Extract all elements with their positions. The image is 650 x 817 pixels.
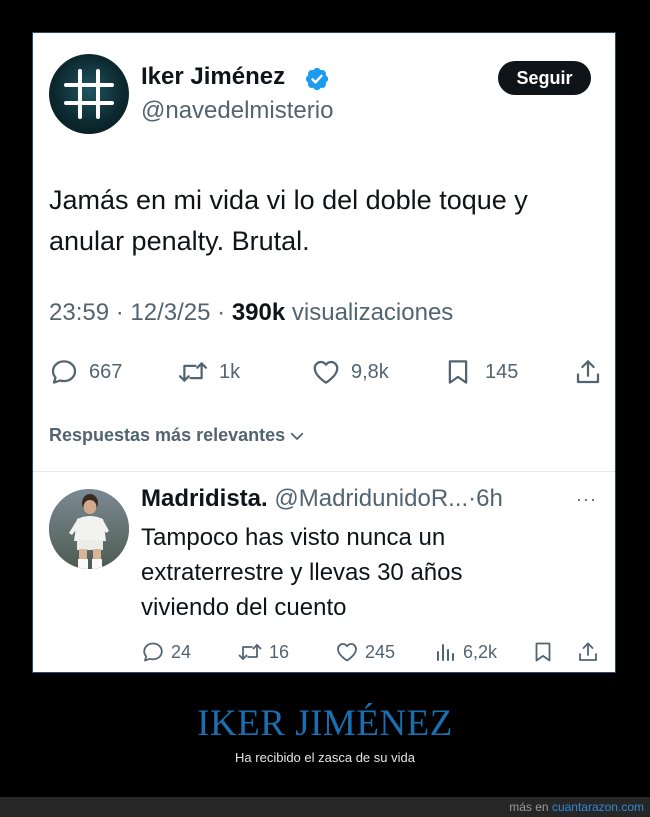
- reply-views-count: 6,2k: [463, 641, 498, 662]
- author-handle[interactable]: @navedelmisterio: [141, 97, 333, 125]
- bookmark-icon: [535, 642, 551, 662]
- views-label: visualizaciones: [291, 299, 454, 326]
- reply-reply-button[interactable]: 24: [141, 640, 191, 664]
- reply-avatar[interactable]: [49, 489, 129, 569]
- tweet-text: Jamás en mi vida vi lo del doble toque y…: [49, 180, 601, 262]
- reply-like-button[interactable]: 245: [335, 640, 395, 664]
- retweet-icon: [238, 644, 262, 660]
- reply-retweet-count: 16: [269, 641, 290, 662]
- share-icon: [579, 642, 597, 661]
- reply-text-line: Tampoco has visto nunca un: [141, 524, 446, 551]
- retweet-icon: [178, 362, 208, 382]
- reply-text: Tampoco has visto nunca un extraterrestr…: [141, 520, 601, 625]
- avatar[interactable]: [49, 54, 129, 134]
- reply-views-button[interactable]: 6,2k: [433, 640, 497, 664]
- reply-share-button[interactable]: [576, 640, 600, 664]
- reply-icon: [143, 642, 163, 662]
- reply-text-line: viviendo del cuento: [141, 594, 347, 621]
- meta-separator: ·: [217, 299, 226, 326]
- reply-author-name[interactable]: Madridista.: [141, 485, 268, 512]
- reply-icon: [51, 360, 77, 384]
- footer-prefix: más en: [509, 800, 549, 814]
- footer-bar: más en cuantarazon.com: [0, 797, 650, 817]
- views-chart-icon: [437, 644, 454, 661]
- bookmark-button[interactable]: 145: [443, 357, 518, 387]
- replies-sort-label: Respuestas más relevantes: [49, 425, 286, 445]
- tweet-card: Iker Jiménez @navedelmisterio Seguir Jam…: [32, 32, 616, 673]
- heart-icon: [337, 643, 357, 662]
- reply-text-line: extraterrestre y llevas 30 años: [141, 559, 463, 586]
- reply-separator: ·: [468, 485, 477, 512]
- reply-like-count: 245: [365, 641, 396, 662]
- views-count: 390k: [231, 299, 286, 326]
- tweet-text-line: anular penalty. Brutal.: [49, 226, 310, 256]
- reply-time[interactable]: 6h: [476, 485, 503, 512]
- like-button[interactable]: 9,8k: [311, 357, 389, 387]
- follow-button[interactable]: Seguir: [498, 61, 591, 95]
- tweet-date[interactable]: 12/3/25: [130, 299, 210, 326]
- footer-text: más en cuantarazon.com: [509, 800, 644, 814]
- author-name[interactable]: Iker Jiménez: [141, 63, 285, 91]
- caption-subtitle: Ha recibido el zasca de su vida: [235, 750, 415, 765]
- chevron-down-icon: [290, 432, 304, 440]
- reply-header: Madridista. @MadridunidoR...·6h: [141, 485, 503, 513]
- reply-retweet-button[interactable]: 16: [237, 640, 289, 664]
- verified-badge-icon: [305, 67, 329, 91]
- heart-icon: [313, 360, 339, 384]
- tweet-text-line: Jamás en mi vida vi lo del doble toque y: [49, 185, 528, 215]
- share-icon: [576, 360, 600, 384]
- reply-bookmark-button[interactable]: [531, 640, 555, 664]
- bookmark-count: 145: [485, 360, 519, 383]
- site-link[interactable]: cuantarazon.com: [552, 800, 644, 814]
- reply-button[interactable]: 667: [49, 357, 122, 387]
- tweet-time[interactable]: 23:59: [49, 299, 109, 326]
- share-button[interactable]: [573, 357, 603, 387]
- more-options-button[interactable]: ···: [576, 489, 597, 510]
- divider: [33, 471, 615, 472]
- caption-title: IKER JIMÉNEZ: [197, 703, 453, 744]
- meta-separator: ·: [115, 299, 124, 326]
- footballer-photo-icon: [49, 489, 129, 569]
- like-count: 9,8k: [351, 360, 389, 383]
- reply-author-handle[interactable]: @MadridunidoR...: [274, 485, 468, 512]
- hashtag-logo-icon: [64, 69, 114, 119]
- tweet-meta: 23:59 · 12/3/25 · 390k visualizaciones: [49, 299, 453, 327]
- retweet-count: 1k: [219, 360, 241, 383]
- retweet-button[interactable]: 1k: [177, 357, 240, 387]
- bookmark-icon: [448, 360, 468, 384]
- reply-reply-count: 24: [171, 641, 192, 662]
- reply-count: 667: [89, 360, 123, 383]
- replies-sort-dropdown[interactable]: Respuestas más relevantes: [49, 425, 306, 446]
